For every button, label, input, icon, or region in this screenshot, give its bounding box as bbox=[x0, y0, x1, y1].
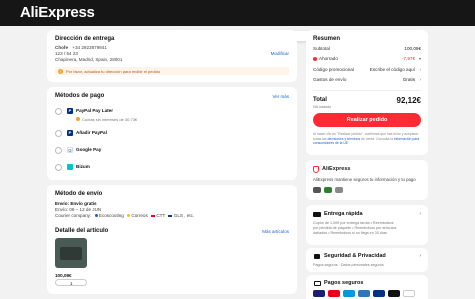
courier-ctt: CTT bbox=[156, 213, 166, 218]
cert-badge-3 bbox=[335, 187, 343, 193]
aliexpress-logo[interactable]: AliExpress bbox=[20, 4, 95, 21]
more-items-link[interactable]: Más artículos bbox=[262, 229, 289, 234]
summary-divider bbox=[313, 90, 421, 91]
info-icon bbox=[76, 117, 80, 121]
address-line2: Chapinera, Madrid, Spain, 28001 bbox=[55, 57, 123, 62]
pay-title: Pagos seguros bbox=[324, 280, 364, 286]
shipping-fee-value: Gratis bbox=[402, 77, 415, 82]
chevron-down-icon[interactable]: ▾ bbox=[419, 56, 421, 61]
security-title: Seguridad & Privacidad bbox=[324, 253, 386, 259]
payment-card: Métodos de pago Ver más P PayPal Pay Lat… bbox=[47, 87, 297, 180]
apple-pay-icon bbox=[388, 290, 400, 297]
trust-tagline: AliExpress mantiene seguros tu informaci… bbox=[313, 177, 416, 182]
payment-label-bizum: Bizum bbox=[76, 164, 90, 169]
chevron-right-icon[interactable]: › bbox=[420, 67, 422, 72]
shipping-fee-label: Gastos de envío bbox=[313, 77, 347, 82]
address-title: Dirección de entrega bbox=[55, 36, 115, 42]
cert-badge-1 bbox=[313, 187, 321, 193]
security-sub: Pagos seguros · Datos personales seguros bbox=[313, 263, 384, 267]
secure-payments-card: Pagos seguros bbox=[306, 275, 428, 299]
legal-mid: de venta. Consulta la bbox=[361, 136, 393, 141]
top-bar: AliExpress bbox=[0, 0, 475, 26]
courier-ecoscooting: Ecoscooting bbox=[98, 213, 124, 218]
cert-badge-2 bbox=[324, 187, 332, 193]
fast-delivery-card: Entrega rápida › Cupón de 1,00€ por entr… bbox=[306, 205, 428, 245]
quantity-stepper[interactable]: 1 bbox=[55, 279, 87, 286]
payment-label-add-paypal: Añadir PayPal bbox=[76, 130, 107, 135]
subtotal-value: 100,09€ bbox=[404, 46, 421, 51]
fast-point-3: dañados • Reembolsos si no llega en 30 d… bbox=[313, 231, 387, 235]
paypal-icon: P bbox=[67, 108, 73, 114]
google-icon: G bbox=[67, 147, 73, 153]
summary-card: Resumen Subtotal 100,09€ Ahorrado -7,97€… bbox=[306, 30, 428, 155]
payment-sub-paypal-later: Cuotas sin intereses de 30,73€ bbox=[82, 117, 138, 122]
saved-icon bbox=[313, 57, 317, 61]
promo-label: Código promocional bbox=[313, 67, 354, 72]
items-card: Detalle del artículo Más artículos 100,0… bbox=[47, 224, 297, 294]
truck-icon bbox=[313, 212, 321, 217]
courier-dot-icon bbox=[94, 214, 98, 217]
amex-icon bbox=[358, 290, 370, 297]
courier-row: Courier company: Ecoscooting Correos CTT… bbox=[55, 213, 194, 219]
promo-input[interactable]: Escribe el código aquí bbox=[370, 67, 415, 72]
courier-dash-icon bbox=[168, 215, 173, 217]
courier-label: Courier company: bbox=[55, 213, 92, 218]
payment-radio-add-paypal[interactable] bbox=[55, 130, 62, 137]
address-phone: +34 2923879841 bbox=[72, 45, 107, 50]
tax-note: IVA incluido bbox=[313, 105, 332, 109]
courier-dot-icon bbox=[127, 214, 131, 217]
shipping-title: Método de envío bbox=[55, 191, 103, 197]
payment-title: Métodos de pago bbox=[55, 93, 105, 99]
legal-text: Al hacer clic en "Realizar pedido", conf… bbox=[313, 132, 421, 146]
subtotal-label: Subtotal bbox=[313, 46, 330, 51]
courier-correos: Correos bbox=[131, 213, 148, 218]
place-order-button[interactable]: Realizar pedido bbox=[313, 113, 421, 127]
chevron-right-icon[interactable]: › bbox=[420, 77, 422, 82]
lock-icon bbox=[314, 254, 320, 259]
payment-see-all-link[interactable]: Ver más bbox=[272, 94, 289, 99]
payment-radio-google-pay[interactable] bbox=[55, 147, 62, 154]
courier-gls: GLS , etc. bbox=[173, 213, 195, 218]
security-card: Seguridad & Privacidad › Pagos seguros ·… bbox=[306, 248, 428, 272]
payment-radio-bizum[interactable] bbox=[55, 164, 62, 171]
fast-title: Entrega rápida bbox=[324, 211, 363, 217]
bizum-icon bbox=[67, 164, 73, 170]
product-image[interactable] bbox=[55, 238, 87, 268]
fast-point-1: Cupón de 1,00€ por entrega tardía • Reem… bbox=[313, 221, 394, 225]
saved-label: Ahorrado bbox=[319, 56, 338, 61]
total-label: Total bbox=[313, 97, 327, 103]
google-pay-icon bbox=[403, 290, 415, 297]
trust-brand: AliExpress bbox=[322, 166, 351, 172]
payment-label-paypal-later: PayPal Pay Later bbox=[76, 108, 114, 113]
visa-icon bbox=[313, 290, 325, 297]
address-warning: ! Por favor, actualiza tu dirección para… bbox=[55, 67, 289, 75]
warning-text: Por favor, actualiza tu dirección para r… bbox=[66, 69, 161, 74]
modify-address-link[interactable]: Modificar bbox=[271, 51, 289, 56]
terms-link[interactable]: decisiones y términos bbox=[328, 137, 361, 141]
card-icon bbox=[314, 281, 321, 286]
payment-radio-paypal-later[interactable] bbox=[55, 108, 62, 115]
shield-icon bbox=[313, 166, 319, 173]
paypal-icon: P bbox=[67, 130, 73, 136]
security-chevron-icon[interactable]: › bbox=[419, 253, 421, 259]
items-title: Detalle del artículo bbox=[55, 228, 109, 234]
mastercard-icon bbox=[328, 290, 340, 297]
saved-value: -7,97€ bbox=[401, 56, 415, 61]
total-value: 92,12€ bbox=[396, 96, 421, 105]
maestro-icon bbox=[343, 290, 355, 297]
address-name: Chofe bbox=[55, 45, 69, 50]
product-shape bbox=[60, 247, 82, 260]
payment-label-google-pay: Google Pay bbox=[76, 147, 102, 152]
summary-title: Resumen bbox=[313, 36, 341, 42]
fast-chevron-icon[interactable]: › bbox=[419, 211, 421, 217]
warning-icon: ! bbox=[58, 68, 63, 74]
fast-point-2: por pérdida de paquete • Reembolsos por … bbox=[313, 226, 397, 230]
courier-dash-icon bbox=[151, 215, 156, 217]
trust-card: AliExpress AliExpress mantiene seguros t… bbox=[306, 160, 428, 200]
paypal-badge-icon bbox=[373, 290, 385, 297]
quantity-value: 1 bbox=[70, 280, 73, 286]
address-card: Dirección de entrega Chofe +34 292387984… bbox=[47, 30, 297, 82]
